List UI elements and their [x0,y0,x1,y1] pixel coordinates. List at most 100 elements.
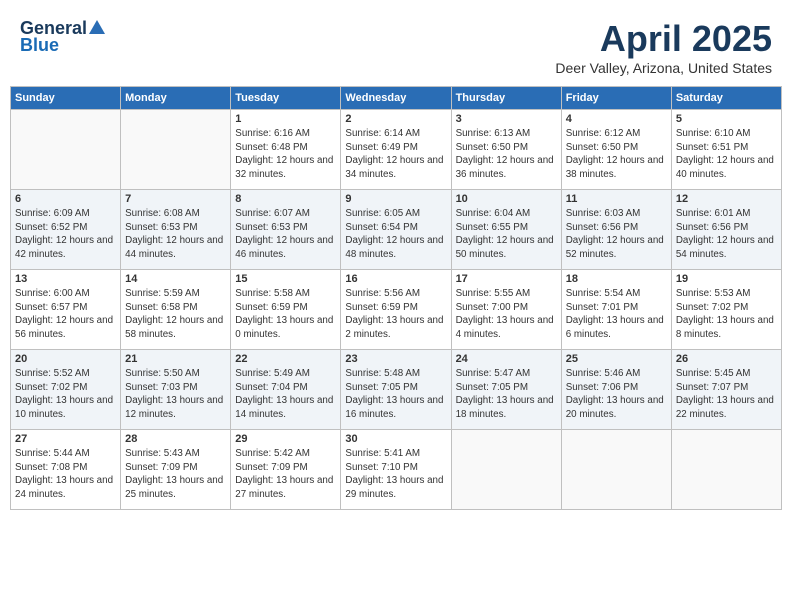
day-number: 12 [676,193,777,205]
day-info: Sunrise: 6:04 AM Sunset: 6:55 PM Dayligh… [456,207,557,262]
day-number: 27 [15,433,116,445]
day-number: 28 [125,433,226,445]
day-number: 14 [125,273,226,285]
table-row: 16 Sunrise: 5:56 AM Sunset: 6:59 PM Dayli… [341,270,451,350]
day-info: Sunrise: 6:14 AM Sunset: 6:49 PM Dayligh… [345,127,446,182]
table-row: 25Sunrise: 5:46 AM Sunset: 7:06 PM Dayli… [561,350,671,430]
logo-arrow-icon [89,20,105,39]
day-info: Sunrise: 5:49 AM Sunset: 7:04 PM Dayligh… [235,367,336,422]
table-row: 30 Sunrise: 5:41 AM Sunset: 7:10 PM Dayli… [341,430,451,510]
header-sunday: Sunday [11,87,121,110]
day-info: Sunrise: 5:48 AM Sunset: 7:05 PM Dayligh… [345,367,446,422]
day-info: Sunrise: 6:03 AM Sunset: 6:56 PM Dayligh… [566,207,667,262]
day-number: 17 [456,273,557,285]
day-info: Sunrise: 6:01 AM Sunset: 6:56 PM Dayligh… [676,207,777,262]
day-number: 6 [15,193,116,205]
day-number: 5 [676,113,777,125]
day-info: Sunrise: 6:13 AM Sunset: 6:50 PM Dayligh… [456,127,557,182]
day-number: 26 [676,353,777,365]
header-friday: Friday [561,87,671,110]
day-number: 15 [235,273,336,285]
day-number: 8 [235,193,336,205]
day-number: 29 [235,433,336,445]
day-info: Sunrise: 6:08 AM Sunset: 6:53 PM Dayligh… [125,207,226,262]
day-info: Sunrise: 5:45 AM Sunset: 7:07 PM Dayligh… [676,367,777,422]
table-row [671,430,781,510]
table-row: 3 Sunrise: 6:13 AM Sunset: 6:50 PM Daylig… [451,110,561,190]
table-row: 1Sunrise: 6:16 AM Sunset: 6:48 PM Daylig… [231,110,341,190]
table-row: 22Sunrise: 5:49 AM Sunset: 7:04 PM Dayli… [231,350,341,430]
day-info: Sunrise: 5:56 AM Sunset: 6:59 PM Dayligh… [345,287,446,342]
day-info: Sunrise: 5:53 AM Sunset: 7:02 PM Dayligh… [676,287,777,342]
day-number: 11 [566,193,667,205]
day-number: 10 [456,193,557,205]
table-row: 15 Sunrise: 5:58 AM Sunset: 6:59 PM Dayli… [231,270,341,350]
header-wednesday: Wednesday [341,87,451,110]
day-info: Sunrise: 5:41 AM Sunset: 7:10 PM Dayligh… [345,447,446,502]
day-info: Sunrise: 6:07 AM Sunset: 6:53 PM Dayligh… [235,207,336,262]
day-info: Sunrise: 5:42 AM Sunset: 7:09 PM Dayligh… [235,447,336,502]
day-info: Sunrise: 5:54 AM Sunset: 7:01 PM Dayligh… [566,287,667,342]
table-row: 18 Sunrise: 5:54 AM Sunset: 7:01 PM Dayli… [561,270,671,350]
day-info: Sunrise: 5:44 AM Sunset: 7:08 PM Dayligh… [15,447,116,502]
calendar-header-row: Sunday Monday Tuesday Wednesday Thursday… [11,87,782,110]
table-row [561,430,671,510]
day-info: Sunrise: 5:47 AM Sunset: 7:05 PM Dayligh… [456,367,557,422]
day-number: 3 [456,113,557,125]
day-number: 4 [566,113,667,125]
day-number: 18 [566,273,667,285]
table-row: 6Sunrise: 6:09 AM Sunset: 6:52 PM Daylig… [11,190,121,270]
day-info: Sunrise: 5:55 AM Sunset: 7:00 PM Dayligh… [456,287,557,342]
day-number: 7 [125,193,226,205]
header-saturday: Saturday [671,87,781,110]
location-title: Deer Valley, Arizona, United States [555,60,772,76]
table-row: 11 Sunrise: 6:03 AM Sunset: 6:56 PM Dayli… [561,190,671,270]
table-row: 26 Sunrise: 5:45 AM Sunset: 7:07 PM Dayli… [671,350,781,430]
table-row: 5 Sunrise: 6:10 AM Sunset: 6:51 PM Daylig… [671,110,781,190]
day-number: 20 [15,353,116,365]
day-info: Sunrise: 5:58 AM Sunset: 6:59 PM Dayligh… [235,287,336,342]
day-number: 19 [676,273,777,285]
logo: General Blue [20,18,105,56]
day-info: Sunrise: 6:00 AM Sunset: 6:57 PM Dayligh… [15,287,116,342]
calendar-week-row: 20Sunrise: 5:52 AM Sunset: 7:02 PM Dayli… [11,350,782,430]
table-row: 10 Sunrise: 6:04 AM Sunset: 6:55 PM Dayli… [451,190,561,270]
table-row: 29 Sunrise: 5:42 AM Sunset: 7:09 PM Dayli… [231,430,341,510]
table-row: 8 Sunrise: 6:07 AM Sunset: 6:53 PM Daylig… [231,190,341,270]
calendar-week-row: 1Sunrise: 6:16 AM Sunset: 6:48 PM Daylig… [11,110,782,190]
header: General Blue April 2025 Deer Valley, Ari… [10,10,782,80]
table-row: 9 Sunrise: 6:05 AM Sunset: 6:54 PM Daylig… [341,190,451,270]
table-row [451,430,561,510]
table-row: 4Sunrise: 6:12 AM Sunset: 6:50 PM Daylig… [561,110,671,190]
table-row: 24 Sunrise: 5:47 AM Sunset: 7:05 PM Dayli… [451,350,561,430]
table-row: 2 Sunrise: 6:14 AM Sunset: 6:49 PM Daylig… [341,110,451,190]
table-row: 23Sunrise: 5:48 AM Sunset: 7:05 PM Dayli… [341,350,451,430]
month-title: April 2025 [555,18,772,60]
table-row: 17 Sunrise: 5:55 AM Sunset: 7:00 PM Dayli… [451,270,561,350]
day-number: 13 [15,273,116,285]
day-number: 9 [345,193,446,205]
day-number: 25 [566,353,667,365]
table-row: 12 Sunrise: 6:01 AM Sunset: 6:56 PM Dayli… [671,190,781,270]
table-row: 21 Sunrise: 5:50 AM Sunset: 7:03 PM Dayli… [121,350,231,430]
day-number: 21 [125,353,226,365]
title-area: April 2025 Deer Valley, Arizona, United … [555,18,772,76]
calendar-week-row: 13 Sunrise: 6:00 AM Sunset: 6:57 PM Dayli… [11,270,782,350]
day-info: Sunrise: 6:10 AM Sunset: 6:51 PM Dayligh… [676,127,777,182]
header-tuesday: Tuesday [231,87,341,110]
header-monday: Monday [121,87,231,110]
day-info: Sunrise: 5:50 AM Sunset: 7:03 PM Dayligh… [125,367,226,422]
table-row: 28 Sunrise: 5:43 AM Sunset: 7:09 PM Dayli… [121,430,231,510]
day-number: 2 [345,113,446,125]
header-thursday: Thursday [451,87,561,110]
table-row: 27 Sunrise: 5:44 AM Sunset: 7:08 PM Dayli… [11,430,121,510]
day-info: Sunrise: 5:43 AM Sunset: 7:09 PM Dayligh… [125,447,226,502]
logo-blue-text: Blue [20,35,59,56]
day-number: 30 [345,433,446,445]
day-number: 16 [345,273,446,285]
calendar-table: Sunday Monday Tuesday Wednesday Thursday… [10,86,782,510]
table-row [11,110,121,190]
day-info: Sunrise: 6:05 AM Sunset: 6:54 PM Dayligh… [345,207,446,262]
table-row: 13 Sunrise: 6:00 AM Sunset: 6:57 PM Dayli… [11,270,121,350]
day-number: 24 [456,353,557,365]
